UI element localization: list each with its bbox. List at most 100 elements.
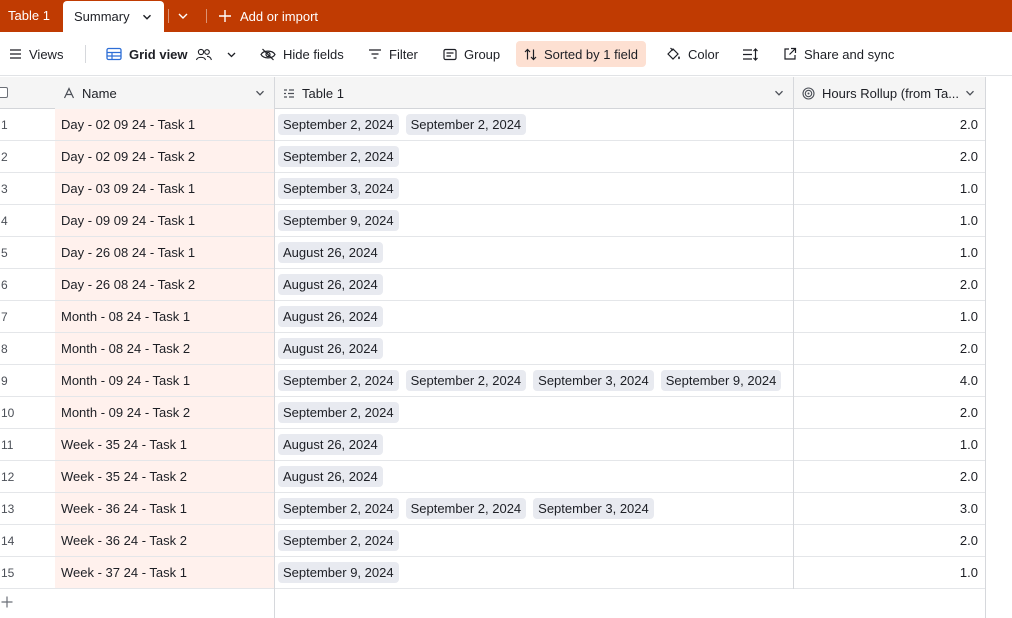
group-button[interactable]: Group <box>443 41 500 67</box>
hours-rollup-cell[interactable]: 2.0 <box>794 461 978 493</box>
linked-records-cell[interactable]: September 2, 2024 September 2, 2024 Septem… <box>276 493 654 524</box>
grid-view-button[interactable]: Grid view <box>106 41 237 67</box>
table-row[interactable]: 11 Week - 35 24 - Task 1 August 26, 2024 1.… <box>0 429 985 461</box>
hours-rollup-cell[interactable]: 1.0 <box>794 173 978 205</box>
hours-rollup-cell[interactable]: 1.0 <box>794 205 978 237</box>
views-button[interactable]: Views <box>9 41 63 67</box>
linked-records-cell[interactable]: August 26, 2024 <box>276 461 383 492</box>
linked-records-cell[interactable]: September 3, 2024 <box>276 173 399 204</box>
chevron-down-icon[interactable] <box>255 88 265 98</box>
hours-rollup-cell[interactable]: 1.0 <box>794 301 978 333</box>
table-row[interactable]: 10 Month - 09 24 - Task 2 September 2, 202… <box>0 397 985 429</box>
linked-record-chip[interactable]: September 2, 2024 <box>278 530 399 551</box>
linked-record-chip[interactable]: September 9, 2024 <box>660 370 782 391</box>
name-cell[interactable]: Day - 03 09 24 - Task 1 <box>55 173 275 204</box>
chevron-down-icon[interactable] <box>965 88 975 98</box>
chevron-down-icon[interactable] <box>774 88 784 98</box>
table-row[interactable]: 15 Week - 37 24 - Task 1 September 9, 2024… <box>0 557 985 589</box>
linked-records-cell[interactable]: August 26, 2024 <box>276 301 383 332</box>
linked-record-chip[interactable]: September 2, 2024 <box>278 402 399 423</box>
add-or-import-button[interactable]: Add or import <box>218 0 318 32</box>
sort-button[interactable]: Sorted by 1 field <box>516 41 646 67</box>
linked-records-cell[interactable]: September 2, 2024 <box>276 397 399 428</box>
name-cell[interactable]: Week - 37 24 - Task 1 <box>55 557 275 588</box>
linked-record-chip[interactable]: September 2, 2024 <box>405 370 527 391</box>
name-cell[interactable]: Week - 36 24 - Task 1 <box>55 493 275 524</box>
name-cell[interactable]: Week - 35 24 - Task 2 <box>55 461 275 492</box>
linked-record-chip[interactable]: September 9, 2024 <box>278 562 399 583</box>
table-row[interactable]: 4 Day - 09 09 24 - Task 1 September 9, 202… <box>0 205 985 237</box>
column-header-hours-rollup[interactable]: Hours Rollup (from Ta... <box>794 77 985 109</box>
plus-icon[interactable] <box>1 596 13 608</box>
column-header-name[interactable]: Name <box>55 77 275 109</box>
name-cell[interactable]: Day - 09 09 24 - Task 1 <box>55 205 275 236</box>
linked-record-chip[interactable]: September 2, 2024 <box>278 114 399 135</box>
name-cell[interactable]: Week - 35 24 - Task 1 <box>55 429 275 460</box>
table-row[interactable]: 1 Day - 02 09 24 - Task 1 September 2, 202… <box>0 109 985 141</box>
select-all-checkbox[interactable] <box>0 87 8 98</box>
linked-record-chip[interactable]: September 2, 2024 <box>278 498 399 519</box>
hours-rollup-cell[interactable]: 2.0 <box>794 397 978 429</box>
tab-summary[interactable]: Summary <box>63 1 164 32</box>
name-cell[interactable]: Day - 26 08 24 - Task 2 <box>55 269 275 300</box>
linked-record-chip[interactable]: September 2, 2024 <box>405 114 527 135</box>
linked-record-chip[interactable]: September 9, 2024 <box>278 210 399 231</box>
hours-rollup-cell[interactable]: 2.0 <box>794 269 978 301</box>
linked-records-cell[interactable]: September 9, 2024 <box>276 557 399 588</box>
name-cell[interactable]: Month - 08 24 - Task 1 <box>55 301 275 332</box>
table-row[interactable]: 7 Month - 08 24 - Task 1 August 26, 2024 1.… <box>0 301 985 333</box>
linked-records-cell[interactable]: August 26, 2024 <box>276 333 383 364</box>
linked-records-cell[interactable]: August 26, 2024 <box>276 237 383 268</box>
linked-records-cell[interactable]: September 2, 2024 September 2, 2024 <box>276 109 527 140</box>
linked-record-chip[interactable]: September 2, 2024 <box>405 498 527 519</box>
linked-records-cell[interactable]: August 26, 2024 <box>276 269 383 300</box>
share-and-sync-button[interactable]: Share and sync <box>783 41 894 67</box>
hours-rollup-cell[interactable]: 1.0 <box>794 237 978 269</box>
linked-record-chip[interactable]: September 3, 2024 <box>278 178 399 199</box>
more-tables-chevron-icon[interactable] <box>177 10 189 22</box>
linked-record-chip[interactable]: September 2, 2024 <box>278 146 399 167</box>
add-record-row[interactable] <box>0 589 275 618</box>
name-cell[interactable]: Month - 09 24 - Task 2 <box>55 397 275 428</box>
name-cell[interactable]: Day - 02 09 24 - Task 1 <box>55 109 275 140</box>
hours-rollup-cell[interactable]: 1.0 <box>794 557 978 589</box>
table-row[interactable]: 8 Month - 08 24 - Task 2 August 26, 2024 2.… <box>0 333 985 365</box>
color-button[interactable]: Color <box>666 41 719 67</box>
name-cell[interactable]: Month - 09 24 - Task 1 <box>55 365 275 396</box>
hours-rollup-cell[interactable]: 2.0 <box>794 109 978 141</box>
column-header-table1[interactable]: Table 1 <box>275 77 794 109</box>
select-all-cell[interactable] <box>0 77 55 109</box>
linked-record-chip[interactable]: August 26, 2024 <box>278 338 383 359</box>
table-row[interactable]: 6 Day - 26 08 24 - Task 2 August 26, 2024 2… <box>0 269 985 301</box>
linked-records-cell[interactable]: September 2, 2024 <box>276 525 399 556</box>
hours-rollup-cell[interactable]: 3.0 <box>794 493 978 525</box>
table-row[interactable]: 5 Day - 26 08 24 - Task 1 August 26, 2024 1… <box>0 237 985 269</box>
linked-record-chip[interactable]: September 2, 2024 <box>278 370 399 391</box>
linked-record-chip[interactable]: August 26, 2024 <box>278 466 383 487</box>
table-row[interactable]: 14 Week - 36 24 - Task 2 September 2, 2024… <box>0 525 985 557</box>
hours-rollup-cell[interactable]: 2.0 <box>794 525 978 557</box>
hours-rollup-cell[interactable]: 4.0 <box>794 365 978 397</box>
hide-fields-button[interactable]: Hide fields <box>260 41 344 67</box>
linked-record-chip[interactable]: August 26, 2024 <box>278 434 383 455</box>
table-row[interactable]: 13 Week - 36 24 - Task 1 September 2, 2024… <box>0 493 985 525</box>
hours-rollup-cell[interactable]: 2.0 <box>794 141 978 173</box>
name-cell[interactable]: Day - 02 09 24 - Task 2 <box>55 141 275 172</box>
linked-records-cell[interactable]: September 2, 2024 September 2, 2024 Septem… <box>276 365 782 396</box>
table-row[interactable]: 3 Day - 03 09 24 - Task 1 September 3, 202… <box>0 173 985 205</box>
linked-record-chip[interactable]: August 26, 2024 <box>278 242 383 263</box>
name-cell[interactable]: Month - 08 24 - Task 2 <box>55 333 275 364</box>
filter-button[interactable]: Filter <box>368 41 418 67</box>
name-cell[interactable]: Week - 36 24 - Task 2 <box>55 525 275 556</box>
chevron-down-icon[interactable] <box>142 12 152 22</box>
table-row[interactable]: 9 Month - 09 24 - Task 1 September 2, 2024… <box>0 365 985 397</box>
tab-table-1[interactable]: Table 1 <box>8 0 50 32</box>
table-row[interactable]: 2 Day - 02 09 24 - Task 2 September 2, 202… <box>0 141 985 173</box>
linked-record-chip[interactable]: August 26, 2024 <box>278 306 383 327</box>
name-cell[interactable]: Day - 26 08 24 - Task 1 <box>55 237 275 268</box>
table-row[interactable]: 12 Week - 35 24 - Task 2 August 26, 2024 2.… <box>0 461 985 493</box>
row-height-button[interactable] <box>742 41 758 67</box>
linked-record-chip[interactable]: September 3, 2024 <box>533 498 654 519</box>
linked-records-cell[interactable]: August 26, 2024 <box>276 429 383 460</box>
linked-records-cell[interactable]: September 2, 2024 <box>276 141 399 172</box>
